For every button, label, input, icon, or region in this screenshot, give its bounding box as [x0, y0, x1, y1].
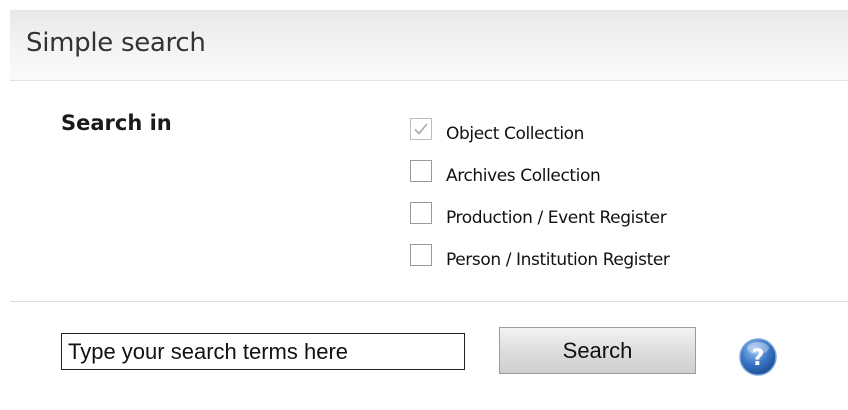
collection-options: Object Collection Archives Collection Pr…: [410, 118, 830, 286]
panel-header: Simple search: [10, 10, 848, 81]
search-input[interactable]: [61, 333, 465, 370]
question-mark-help-icon[interactable]: ?: [737, 336, 779, 378]
option-archives-collection[interactable]: Archives Collection: [410, 160, 830, 202]
svg-text:?: ?: [752, 346, 765, 371]
object-collection-checkbox[interactable]: [410, 118, 432, 140]
option-label[interactable]: Archives Collection: [446, 166, 601, 186]
panel-title: Simple search: [26, 28, 206, 58]
checkmark-icon: [414, 123, 428, 135]
section-divider: [10, 301, 848, 302]
option-label[interactable]: Production / Event Register: [446, 208, 667, 228]
option-object-collection[interactable]: Object Collection: [410, 118, 830, 160]
option-label[interactable]: Person / Institution Register: [446, 250, 670, 270]
production-event-register-checkbox[interactable]: [410, 202, 432, 224]
option-person-institution-register[interactable]: Person / Institution Register: [410, 244, 830, 286]
person-institution-register-checkbox[interactable]: [410, 244, 432, 266]
option-production-event-register[interactable]: Production / Event Register: [410, 202, 830, 244]
option-label[interactable]: Object Collection: [446, 124, 584, 144]
simple-search-page: Simple search Search in Object Collectio…: [0, 0, 848, 410]
archives-collection-checkbox[interactable]: [410, 160, 432, 182]
help-circle-icon: ?: [739, 338, 777, 376]
search-button[interactable]: Search: [499, 327, 696, 374]
search-in-label: Search in: [61, 111, 172, 135]
